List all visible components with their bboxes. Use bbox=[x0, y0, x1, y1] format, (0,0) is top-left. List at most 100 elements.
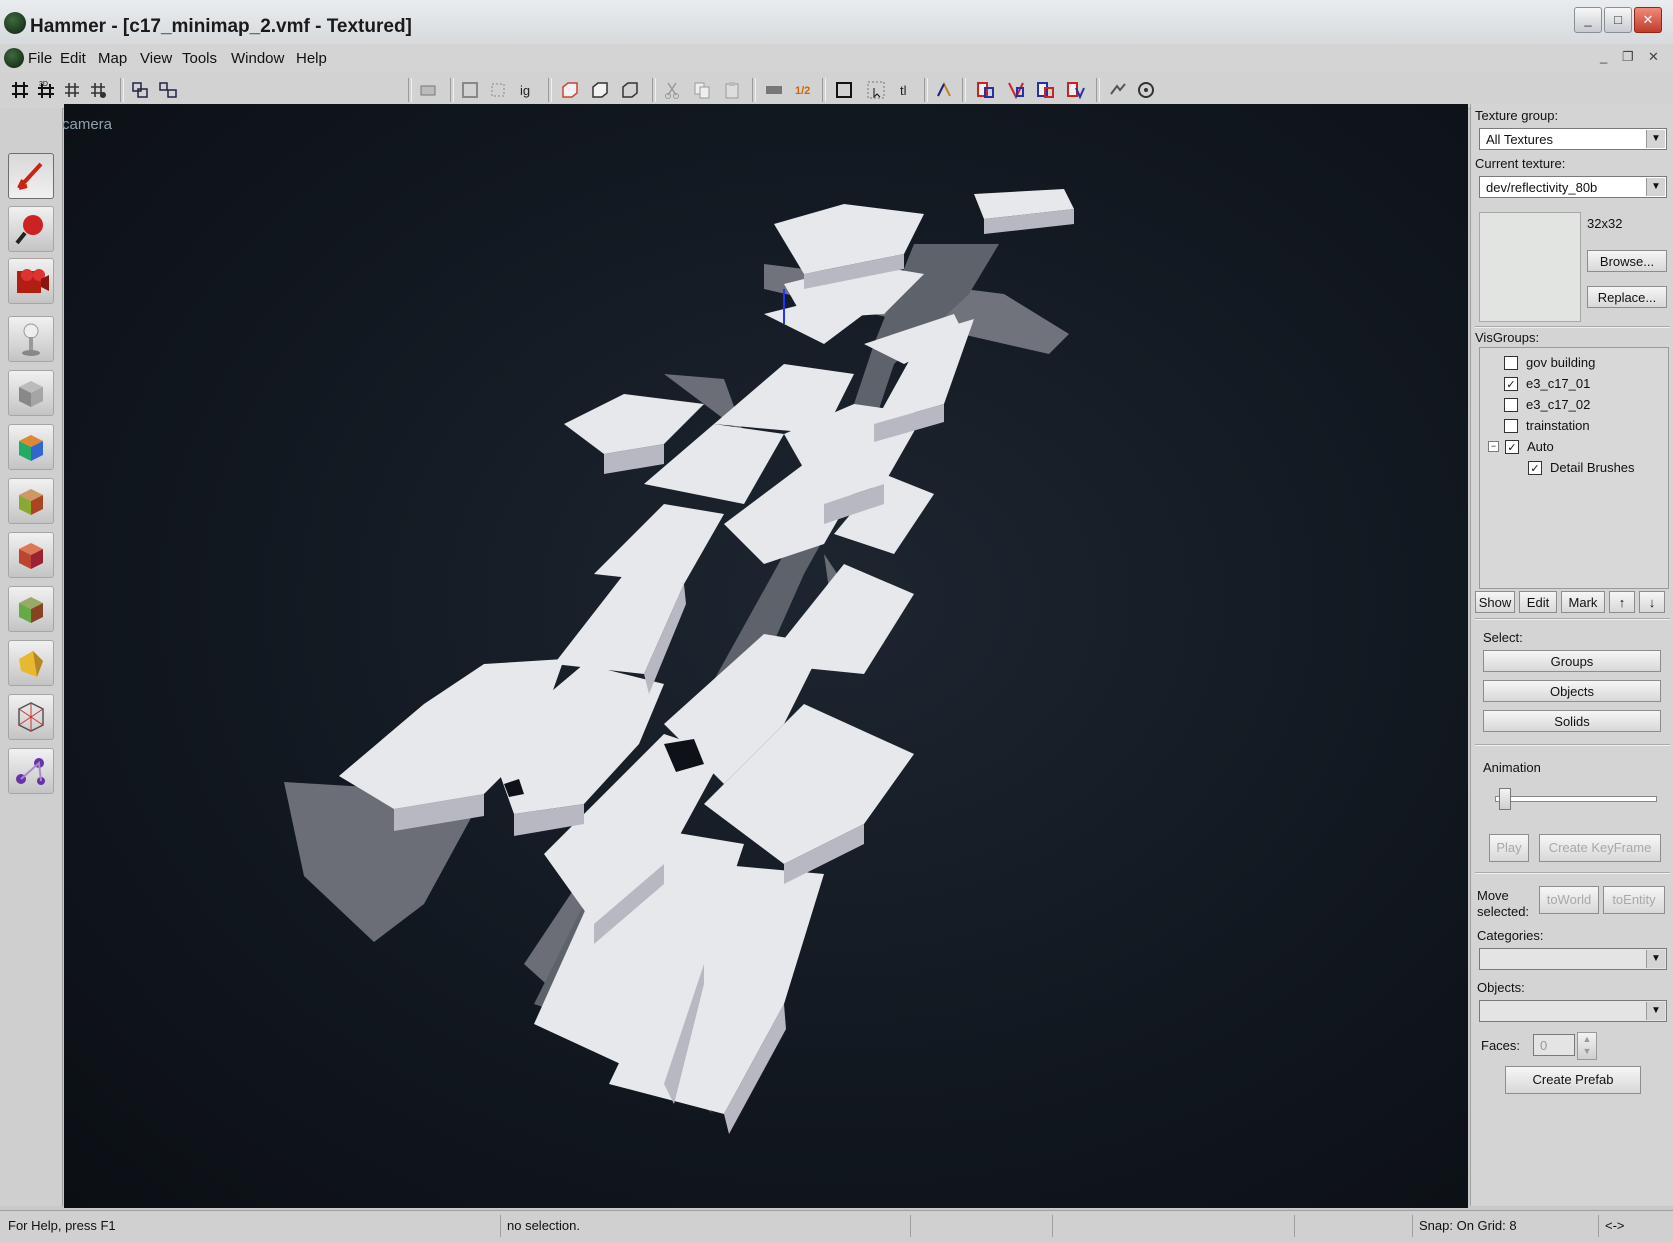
menu-window[interactable]: Window bbox=[231, 50, 284, 67]
tree-collapse-icon[interactable]: − bbox=[1488, 441, 1499, 452]
visgroup-show-button[interactable]: Show bbox=[1475, 591, 1515, 613]
cordon-toggle-icon[interactable] bbox=[560, 80, 580, 100]
decal-tool-button[interactable] bbox=[8, 532, 54, 578]
paste-icon[interactable] bbox=[722, 80, 742, 100]
magnify-tool-button[interactable] bbox=[8, 206, 54, 252]
visgroup-up-button[interactable]: ↑ bbox=[1609, 591, 1635, 613]
menu-edit[interactable]: Edit bbox=[60, 50, 86, 67]
play-button[interactable]: Play bbox=[1489, 834, 1529, 862]
close-button[interactable]: ✕ bbox=[1634, 7, 1662, 33]
menu-tools[interactable]: Tools bbox=[182, 50, 217, 67]
selection-box-icon[interactable] bbox=[834, 80, 854, 100]
visgroup-down-button[interactable]: ↓ bbox=[1639, 591, 1665, 613]
visgroup-checkbox[interactable] bbox=[1504, 418, 1518, 433]
vertex-tool-button[interactable] bbox=[8, 694, 54, 740]
menu-file[interactable]: File bbox=[28, 50, 52, 67]
cut-icon[interactable] bbox=[662, 80, 682, 100]
chevron-down-icon[interactable]: ▼ bbox=[1646, 1002, 1665, 1020]
carve-icon[interactable] bbox=[418, 80, 438, 100]
maximize-button[interactable]: □ bbox=[1604, 7, 1632, 33]
select-objects-button[interactable]: Objects bbox=[1483, 680, 1661, 702]
texture-lock-icon[interactable] bbox=[764, 80, 784, 100]
apply-texture-tool-button[interactable] bbox=[8, 478, 54, 524]
entity-report-icon[interactable] bbox=[1136, 80, 1156, 100]
faces-input[interactable]: 0 bbox=[1533, 1034, 1575, 1056]
camera-viewport[interactable] bbox=[64, 104, 1468, 1208]
menu-help[interactable]: Help bbox=[296, 50, 327, 67]
animation-slider-thumb[interactable] bbox=[1499, 788, 1511, 810]
decal-icon[interactable]: 1/2 bbox=[794, 80, 814, 100]
browse-button[interactable]: Browse... bbox=[1587, 250, 1667, 272]
mdi-minimize-button[interactable]: _ bbox=[1600, 49, 1607, 64]
select-label: Select: bbox=[1483, 630, 1523, 645]
copy-icon[interactable] bbox=[692, 80, 712, 100]
overlay-tool-button[interactable] bbox=[8, 586, 54, 632]
entity-tool-button[interactable] bbox=[8, 316, 54, 362]
minimize-button[interactable]: _ bbox=[1574, 7, 1602, 33]
vertex-icon[interactable] bbox=[934, 80, 954, 100]
texture-icon[interactable]: tl bbox=[896, 80, 916, 100]
visgroup-checkbox[interactable]: ✓ bbox=[1505, 439, 1519, 454]
box-icon[interactable] bbox=[590, 80, 610, 100]
objects-dropdown[interactable]: ▼ bbox=[1479, 1000, 1667, 1022]
visgroup-checkbox[interactable] bbox=[1504, 397, 1518, 412]
replace-button[interactable]: Replace... bbox=[1587, 286, 1667, 308]
visgroup-item[interactable]: trainstation bbox=[1504, 415, 1590, 436]
clipping-tool-button[interactable] bbox=[8, 640, 54, 686]
group-icon[interactable] bbox=[130, 80, 150, 100]
hollow-icon[interactable] bbox=[460, 80, 480, 100]
faces-spinner[interactable]: ▲ ▼ bbox=[1577, 1032, 1597, 1060]
to-entity-button[interactable]: toEntity bbox=[1603, 886, 1665, 914]
texture-group-dropdown[interactable]: All Textures ▼ bbox=[1479, 128, 1667, 150]
document-icon[interactable] bbox=[4, 48, 24, 68]
visgroup-checkbox[interactable]: ✓ bbox=[1528, 460, 1542, 475]
select-icon[interactable] bbox=[866, 80, 886, 100]
cordon-icon[interactable] bbox=[488, 80, 508, 100]
status-bar: For Help, press F1 no selection. Snap: O… bbox=[0, 1210, 1673, 1243]
mdi-close-button[interactable]: ✕ bbox=[1648, 49, 1659, 65]
visgroup-mark-button[interactable]: Mark bbox=[1561, 591, 1605, 613]
categories-dropdown[interactable]: ▼ bbox=[1479, 948, 1667, 970]
hide-objects-icon[interactable] bbox=[976, 80, 996, 100]
mdi-restore-button[interactable]: ❐ bbox=[1622, 49, 1634, 65]
texture-application-tool-button[interactable] bbox=[8, 424, 54, 470]
animation-slider-track[interactable] bbox=[1495, 796, 1657, 802]
current-texture-dropdown[interactable]: dev/reflectivity_80b ▼ bbox=[1479, 176, 1667, 198]
create-prefab-button[interactable]: Create Prefab bbox=[1505, 1066, 1641, 1094]
hammer-app-icon[interactable] bbox=[4, 12, 26, 34]
path-tool-button[interactable] bbox=[8, 748, 54, 794]
camera-tool-button[interactable] bbox=[8, 258, 54, 304]
box-outline-icon[interactable] bbox=[620, 80, 640, 100]
snap-grid-icon[interactable] bbox=[88, 80, 108, 100]
menu-view[interactable]: View bbox=[140, 50, 172, 67]
visgroup-checkbox[interactable] bbox=[1504, 355, 1518, 370]
show-all-icon[interactable] bbox=[1066, 80, 1086, 100]
visgroup-edit-button[interactable]: Edit bbox=[1519, 591, 1557, 613]
visgroups-tree[interactable]: gov building ✓ e3_c17_01 e3_c17_02 train… bbox=[1479, 347, 1669, 589]
visgroup-item[interactable]: gov building bbox=[1504, 352, 1595, 373]
show-objects-icon[interactable] bbox=[1006, 80, 1026, 100]
select-groups-button[interactable]: Groups bbox=[1483, 650, 1661, 672]
grid-icon[interactable] bbox=[10, 80, 30, 100]
hide-unselected-icon[interactable] bbox=[1036, 80, 1056, 100]
run-map-icon[interactable] bbox=[1108, 80, 1128, 100]
menu-map[interactable]: Map bbox=[98, 50, 127, 67]
create-keyframe-button[interactable]: Create KeyFrame bbox=[1539, 834, 1661, 862]
block-tool-button[interactable] bbox=[8, 370, 54, 416]
visgroup-item[interactable]: ✓ Detail Brushes bbox=[1528, 457, 1635, 478]
dot-grid-icon[interactable] bbox=[62, 80, 82, 100]
chevron-down-icon[interactable]: ▼ bbox=[1646, 130, 1665, 148]
ungroup-icon[interactable] bbox=[158, 80, 178, 100]
chevron-down-icon[interactable]: ▼ bbox=[1646, 950, 1665, 968]
visgroup-item[interactable]: − ✓ Auto bbox=[1488, 436, 1554, 457]
visgroup-checkbox[interactable]: ✓ bbox=[1504, 376, 1518, 391]
visgroup-item[interactable]: ✓ e3_c17_01 bbox=[1504, 373, 1590, 394]
selection-tool-button[interactable] bbox=[8, 153, 54, 199]
chevron-down-icon[interactable]: ▼ bbox=[1646, 178, 1665, 196]
to-world-button[interactable]: toWorld bbox=[1539, 886, 1599, 914]
select-solids-button[interactable]: Solids bbox=[1483, 710, 1661, 732]
3d-grid-icon[interactable]: 3D bbox=[36, 80, 56, 100]
ig-icon[interactable]: ig bbox=[518, 80, 538, 100]
visgroup-item[interactable]: e3_c17_02 bbox=[1504, 394, 1590, 415]
current-texture-value: dev/reflectivity_80b bbox=[1486, 180, 1598, 195]
